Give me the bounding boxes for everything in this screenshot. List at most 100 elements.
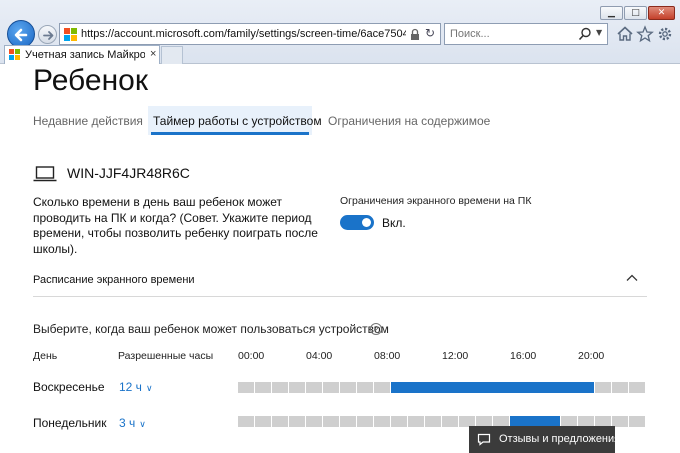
allowed-hours-dropdown[interactable]: 3 ч ∨ — [119, 416, 146, 430]
laptop-icon — [33, 166, 57, 182]
hour-block[interactable] — [272, 382, 288, 393]
minimize-button[interactable]: ▁ — [600, 6, 623, 20]
day-label: Воскресенье — [33, 380, 105, 394]
gear-icon[interactable] — [656, 25, 674, 43]
hour-block[interactable] — [408, 382, 425, 393]
allowed-hours-value: 12 ч — [119, 380, 142, 394]
logo-square — [71, 28, 77, 34]
hour-block[interactable] — [527, 382, 544, 393]
back-button[interactable] — [7, 20, 35, 48]
hour-block[interactable] — [357, 382, 373, 393]
schedule-section-header[interactable]: Расписание экранного времени — [33, 274, 195, 286]
time-label: 12:00 — [442, 350, 469, 362]
hour-block[interactable] — [391, 382, 408, 393]
screen-time-toggle[interactable] — [340, 215, 374, 230]
hour-block[interactable] — [340, 416, 356, 427]
logo-square — [9, 49, 14, 54]
address-bar[interactable]: https://account.microsoft.com/family/set… — [59, 23, 441, 45]
home-icon[interactable] — [616, 25, 634, 43]
speech-bubble-icon — [477, 433, 491, 446]
hour-block[interactable] — [442, 382, 459, 393]
microsoft-logo-icon — [64, 28, 77, 41]
chevron-down-icon: ∨ — [139, 419, 146, 429]
hour-block[interactable] — [255, 416, 271, 427]
hour-block[interactable] — [306, 382, 322, 393]
logo-square — [15, 49, 20, 54]
toggle-state-label: Вкл. — [382, 216, 406, 230]
hour-block[interactable] — [544, 382, 561, 393]
hour-block[interactable] — [629, 382, 645, 393]
tab-content-restrictions[interactable]: Ограничения на содержимое — [328, 114, 490, 128]
time-label: 16:00 — [510, 350, 537, 362]
hour-block[interactable] — [357, 416, 373, 427]
search-input[interactable] — [445, 24, 573, 44]
hour-block[interactable] — [510, 382, 527, 393]
hour-block[interactable] — [561, 382, 578, 393]
hour-block[interactable] — [595, 382, 611, 393]
hour-block[interactable] — [476, 382, 493, 393]
allowed-hours-value: 3 ч — [119, 416, 136, 430]
hour-block[interactable] — [374, 382, 390, 393]
hour-block[interactable] — [391, 416, 407, 427]
hour-block[interactable] — [374, 416, 390, 427]
hour-block[interactable] — [442, 416, 458, 427]
logo-square — [15, 55, 20, 60]
maximize-button[interactable]: □ — [624, 6, 647, 20]
logo-square — [71, 35, 77, 41]
close-tab-button[interactable]: × — [150, 48, 156, 60]
feedback-label: Отзывы и предложения — [499, 433, 621, 445]
hour-block[interactable] — [493, 382, 510, 393]
search-box[interactable]: ▼ — [444, 23, 608, 45]
help-icon[interactable]: ? — [370, 323, 382, 335]
hour-block[interactable] — [238, 382, 254, 393]
star-icon[interactable] — [636, 25, 654, 43]
address-url[interactable]: https://account.microsoft.com/family/set… — [81, 28, 406, 40]
time-label: 08:00 — [374, 350, 401, 362]
hour-block[interactable] — [306, 416, 322, 427]
microsoft-logo-icon — [9, 49, 21, 61]
allowed-hours-dropdown[interactable]: 12 ч ∨ — [119, 380, 153, 394]
hour-block[interactable] — [425, 416, 441, 427]
device-name: WIN-JJF4JR48R6C — [67, 165, 190, 181]
page-content: Ребенок Недавние действия Таймер работы … — [0, 64, 680, 453]
toggle-knob — [362, 218, 371, 227]
time-label: 04:00 — [306, 350, 333, 362]
lock-icon[interactable] — [410, 28, 420, 41]
hour-block[interactable] — [238, 416, 254, 427]
day-label: Понедельник — [33, 416, 107, 430]
tab-screen-time[interactable]: Таймер работы с устройством — [153, 114, 322, 128]
hour-block[interactable] — [289, 382, 305, 393]
new-tab-button[interactable] — [161, 46, 183, 64]
hour-block[interactable] — [425, 382, 442, 393]
hour-block[interactable] — [340, 382, 356, 393]
logo-square — [64, 28, 70, 34]
time-label: 00:00 — [238, 350, 265, 362]
tab-recent-activity[interactable]: Недавние действия — [33, 114, 143, 128]
arrow-right-icon — [43, 31, 54, 40]
logo-square — [9, 55, 14, 60]
column-header-day: День — [33, 350, 58, 362]
search-icon[interactable] — [578, 27, 592, 41]
chevron-down-icon[interactable]: ▼ — [596, 28, 602, 37]
refresh-icon[interactable]: ↻ — [425, 26, 435, 40]
chevron-down-icon: ∨ — [145, 383, 153, 393]
hour-grid — [238, 382, 648, 393]
hour-block[interactable] — [459, 382, 476, 393]
page-title: Ребенок — [33, 64, 148, 97]
hour-block[interactable] — [323, 416, 339, 427]
chevron-up-icon[interactable] — [625, 273, 639, 283]
hour-block[interactable] — [323, 382, 339, 393]
close-window-button[interactable]: ✕ — [648, 6, 675, 20]
hour-block[interactable] — [612, 382, 628, 393]
column-header-allowed-hours: Разрешенные часы — [118, 350, 214, 362]
forward-button[interactable] — [38, 25, 57, 44]
hour-block[interactable] — [578, 382, 594, 393]
hour-block[interactable] — [289, 416, 305, 427]
screen-time-question: Сколько времени в день ваш ребенок может… — [33, 195, 318, 256]
hour-block[interactable] — [629, 416, 645, 427]
hour-block[interactable] — [408, 416, 424, 427]
hour-block[interactable] — [255, 382, 271, 393]
browser-tab[interactable]: Учетная запись Майкросо... × — [4, 45, 160, 64]
hour-block[interactable] — [272, 416, 288, 427]
feedback-button[interactable]: Отзывы и предложения — [469, 426, 620, 453]
